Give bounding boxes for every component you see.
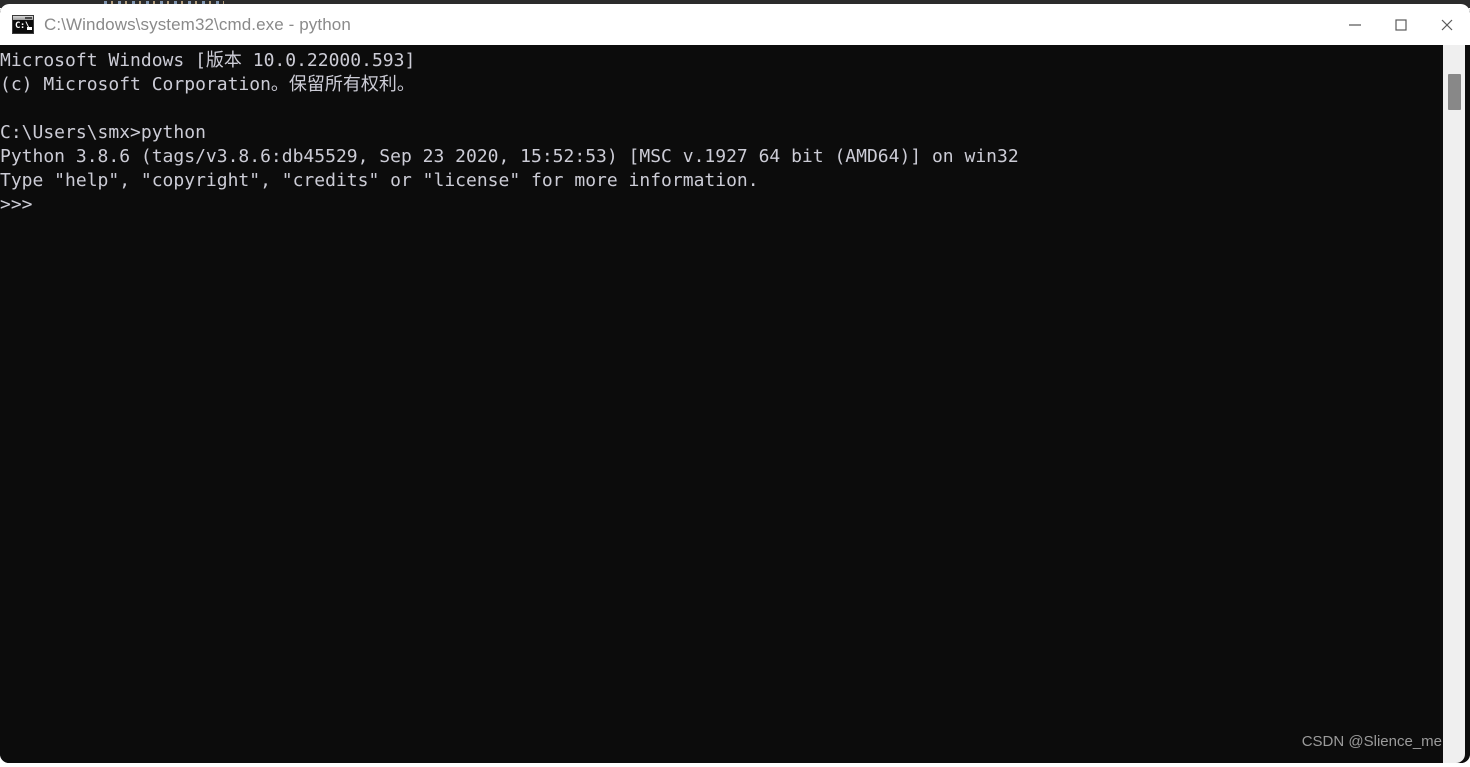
minimize-icon [1349,23,1361,26]
window-controls [1332,4,1470,45]
watermark: CSDN @Slience_me [1301,733,1442,750]
minimize-button[interactable] [1332,4,1378,45]
maximize-button[interactable] [1378,4,1424,45]
maximize-icon [1395,18,1407,31]
console-text: Microsoft Windows [版本 10.0.22000.593] (c… [0,50,1019,215]
close-button[interactable] [1424,4,1470,45]
window-title: C:\Windows\system32\cmd.exe - python [44,14,351,34]
close-icon [1441,19,1453,30]
cmd-console-icon: C:\ [12,15,34,34]
scrollbar-thumb[interactable] [1448,73,1461,110]
console-output-area[interactable]: Microsoft Windows [版本 10.0.22000.593] (c… [0,45,1470,763]
screen: C:\ C:\Windows\system32\cmd.exe - python [0,0,1470,767]
cmd-icon-titlebar [13,16,33,20]
console-scrollbar[interactable] [1443,45,1465,763]
cmd-console-window: C:\ C:\Windows\system32\cmd.exe - python [0,4,1470,763]
window-titlebar[interactable]: C:\ C:\Windows\system32\cmd.exe - python [0,4,1470,45]
cmd-icon-cursor [27,27,32,30]
